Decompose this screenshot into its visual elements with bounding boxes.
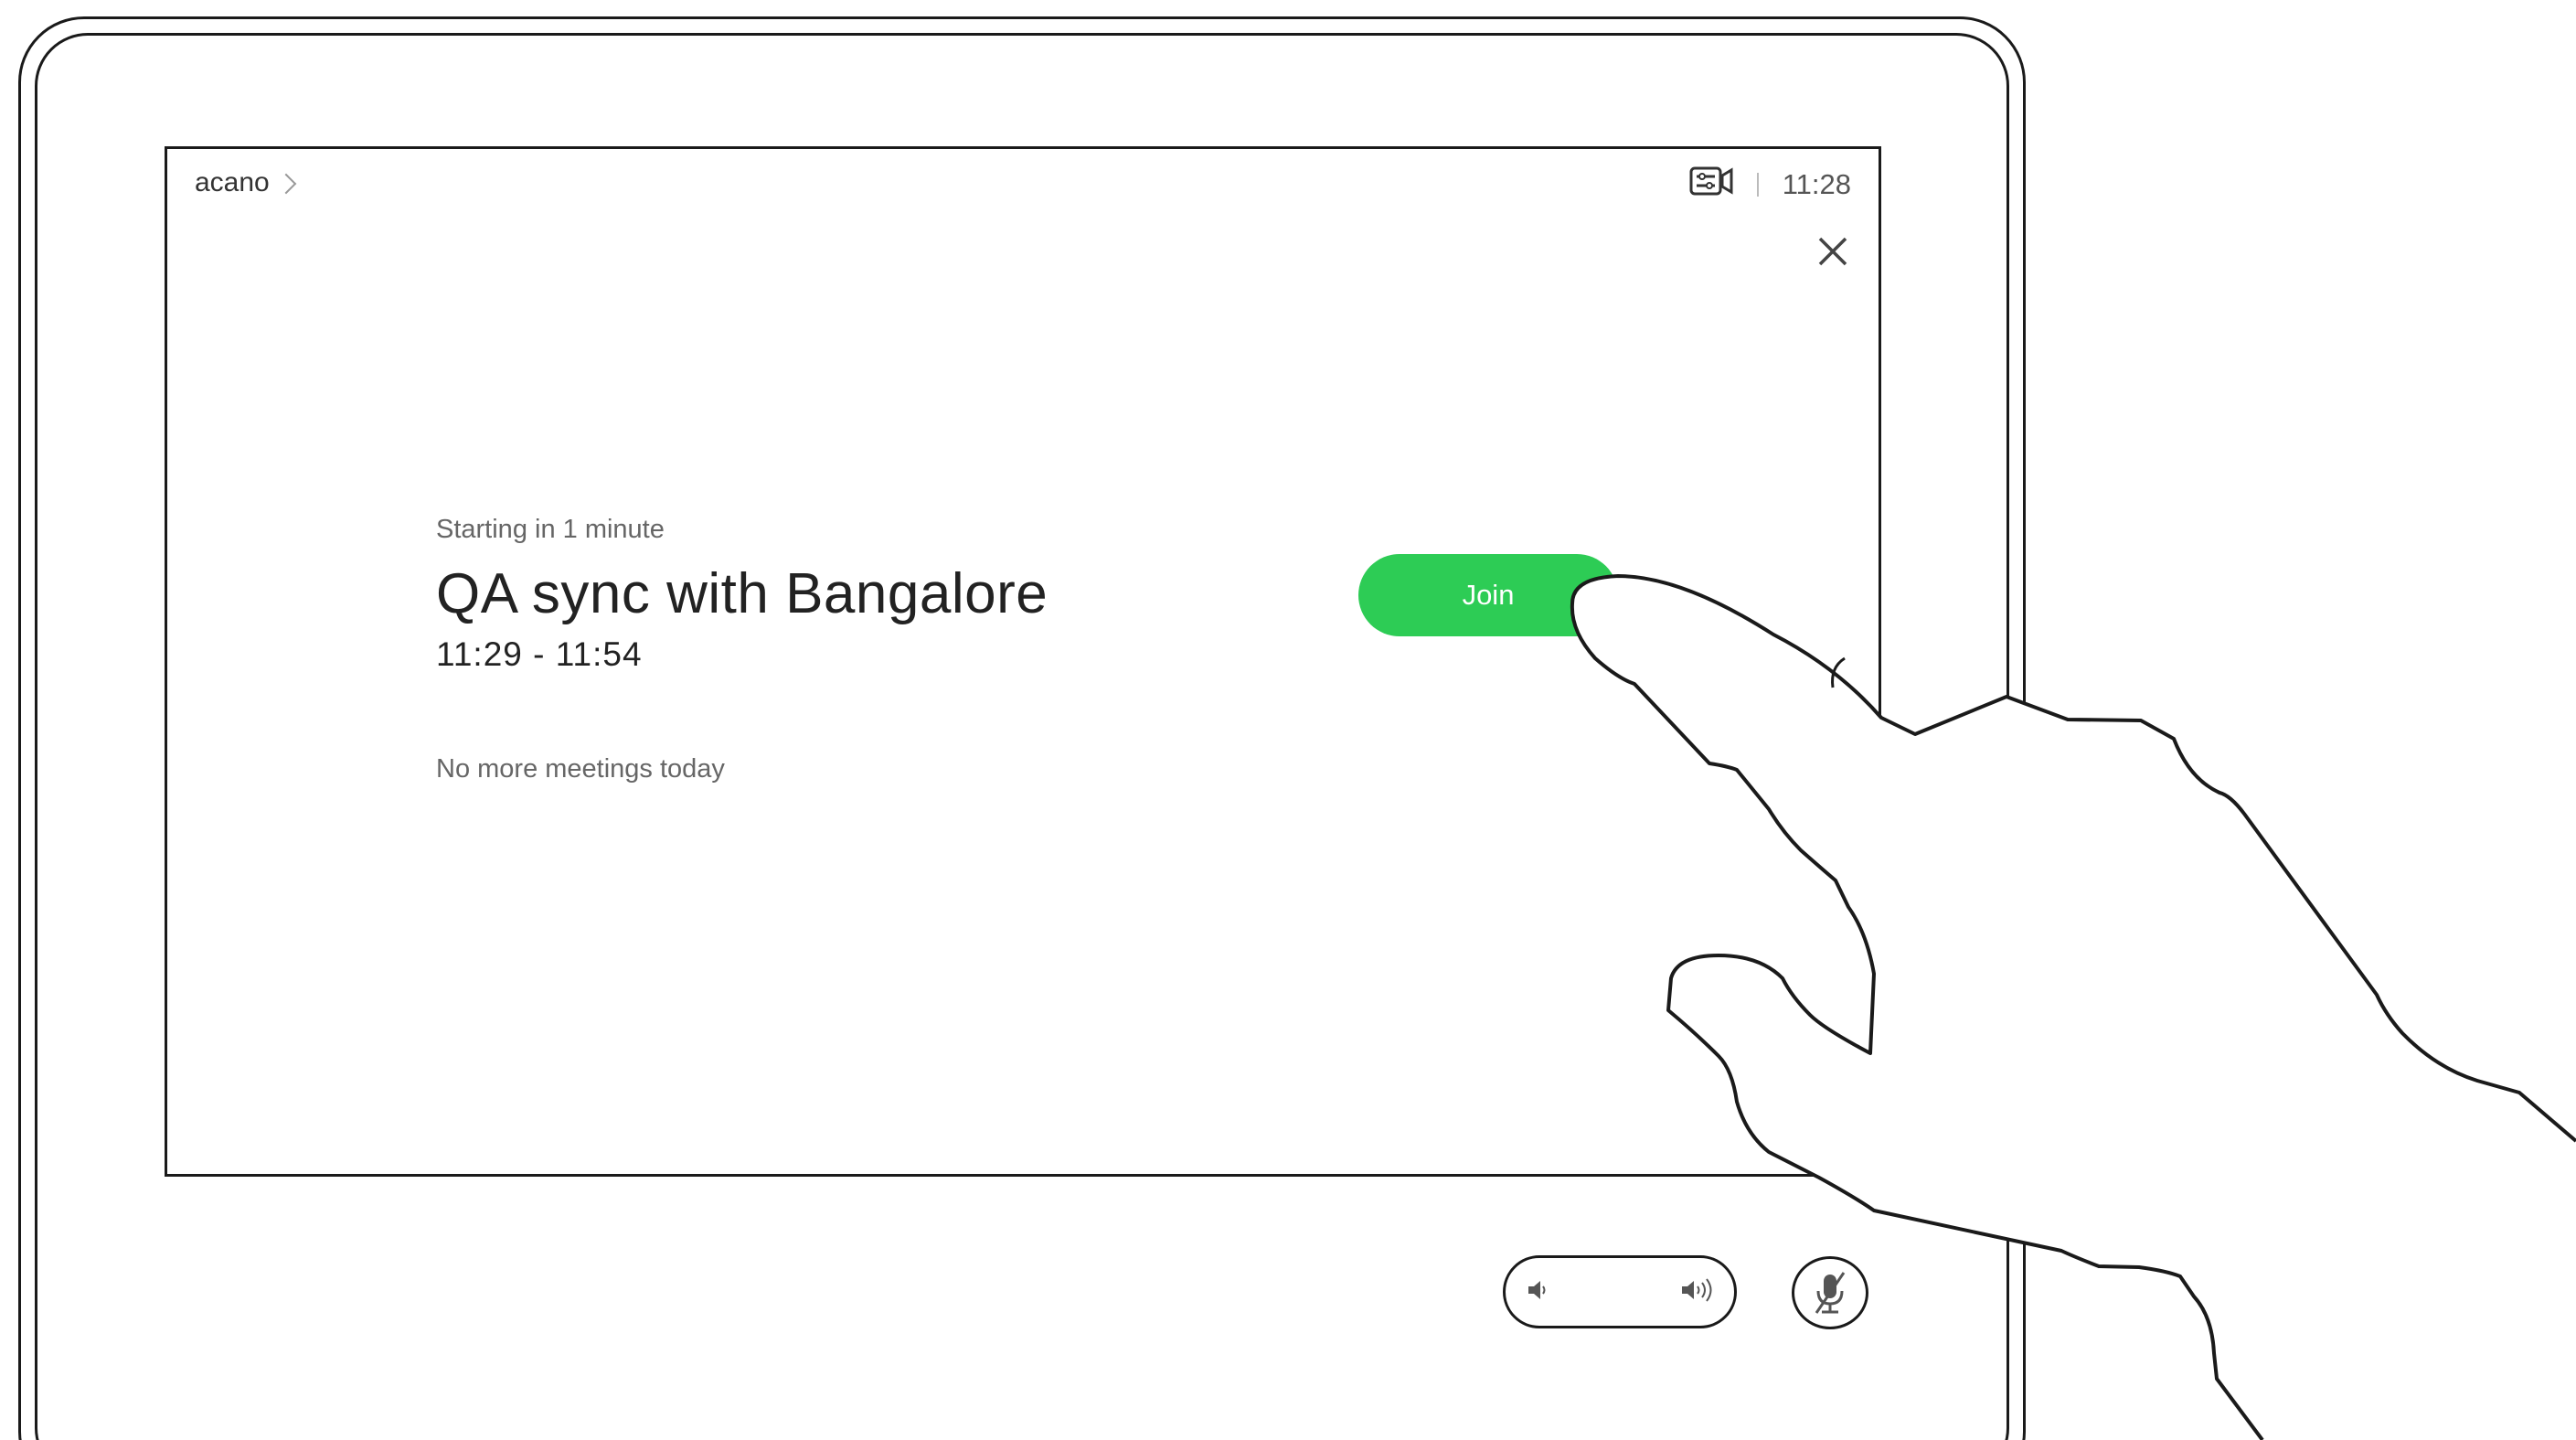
close-button[interactable]	[1813, 231, 1853, 272]
volume-up-icon[interactable]	[1679, 1276, 1716, 1308]
status-bar: 11:28	[1689, 165, 1851, 204]
volume-down-icon[interactable]	[1524, 1276, 1551, 1308]
clock: 11:28	[1782, 168, 1851, 200]
camera-settings-icon[interactable]	[1689, 165, 1733, 204]
meeting-status: Starting in 1 minute	[436, 515, 665, 544]
breadcrumb[interactable]: acano	[195, 167, 297, 198]
breadcrumb-label: acano	[195, 167, 270, 197]
status-divider	[1756, 173, 1759, 197]
join-button[interactable]: Join	[1358, 554, 1618, 636]
microphone-muted-icon	[1815, 1272, 1846, 1314]
meeting-card: Starting in 1 minute QA sync with Bangal…	[436, 515, 1048, 674]
meeting-title: QA sync with Bangalore	[436, 562, 1048, 625]
meeting-time-range: 11:29 - 11:54	[436, 635, 643, 673]
no-more-meetings-text: No more meetings today	[436, 754, 725, 784]
chevron-right-icon	[275, 173, 297, 195]
device-illustration: acano 11:28 Starting in 1 minute QA sync…	[0, 0, 2576, 1440]
close-icon	[1818, 237, 1847, 266]
touch-screen: acano 11:28 Starting in 1 minute QA sync…	[165, 146, 1881, 1177]
volume-control[interactable]	[1503, 1255, 1737, 1328]
microphone-mute-button[interactable]	[1792, 1256, 1868, 1329]
